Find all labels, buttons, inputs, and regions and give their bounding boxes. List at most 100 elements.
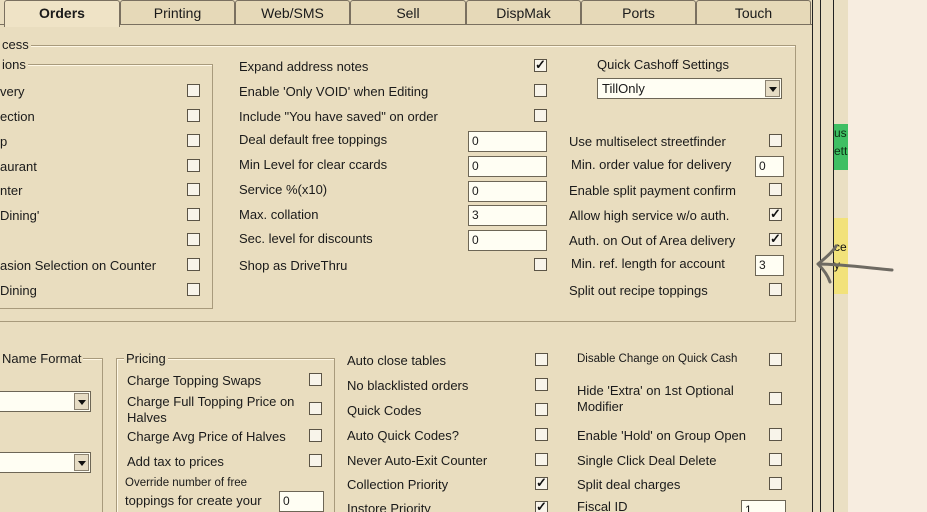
option-label: Dining	[0, 283, 37, 298]
only-void-label: Enable 'Only VOID' when Editing	[239, 84, 429, 99]
only-void-checkbox[interactable]	[534, 84, 547, 97]
charge-avg-price-label: Charge Avg Price of Halves	[127, 429, 286, 444]
tab-underline	[0, 24, 812, 25]
charge-full-topping-label: Charge Full Topping Price on	[127, 394, 295, 409]
out-of-area-label: Auth. on Out of Area delivery	[569, 233, 736, 248]
service-percent-label: Service %(x10)	[239, 182, 328, 197]
quick-cashoff-select[interactable]: TillOnly	[597, 78, 782, 99]
tab-touch[interactable]: Touch	[696, 0, 811, 24]
service-percent-input[interactable]: 0	[468, 181, 547, 202]
auto-quick-codes-label: Auto Quick Codes?	[347, 428, 460, 443]
tab-printing[interactable]: Printing	[120, 0, 235, 24]
never-auto-exit-checkbox[interactable]	[535, 453, 548, 466]
no-blacklisted-checkbox[interactable]	[535, 378, 548, 391]
chevron-down-icon[interactable]	[74, 454, 89, 471]
you-have-saved-checkbox[interactable]	[534, 109, 547, 122]
name-format-select-1[interactable]	[0, 391, 91, 412]
deal-free-toppings-input[interactable]: 0	[468, 131, 547, 152]
instore-priority-checkbox[interactable]	[535, 499, 548, 512]
charge-full-topping-label-line2: Halves	[127, 410, 167, 425]
split-payment-checkbox[interactable]	[769, 183, 782, 196]
tab-orders[interactable]: Orders	[4, 0, 120, 27]
instore-priority-label: Instore Priority	[347, 501, 431, 512]
sec-level-discounts-label: Sec. level for discounts	[239, 231, 373, 246]
option-checkbox[interactable]	[187, 84, 200, 97]
option-checkbox[interactable]	[187, 208, 200, 221]
min-order-value-label: Min. order value for delivery	[571, 157, 732, 172]
chevron-down-icon[interactable]	[74, 393, 89, 410]
min-order-value-input[interactable]: 0	[755, 156, 784, 177]
single-click-deal-label: Single Click Deal Delete	[577, 453, 717, 468]
max-collation-label: Max. collation	[239, 207, 319, 222]
min-ref-length-input[interactable]: 3	[755, 255, 784, 276]
name-format-group	[0, 358, 103, 512]
add-tax-label: Add tax to prices	[127, 454, 224, 469]
min-level-ccards-input[interactable]: 0	[468, 156, 547, 177]
charge-full-topping-checkbox[interactable]	[309, 402, 322, 415]
charge-topping-swaps-label: Charge Topping Swaps	[127, 373, 262, 388]
tab-sell[interactable]: Sell	[350, 0, 466, 24]
add-tax-checkbox[interactable]	[309, 454, 322, 467]
option-checkbox[interactable]	[187, 159, 200, 172]
option-label: nter	[0, 183, 23, 198]
high-service-checkbox[interactable]	[769, 206, 782, 222]
option-checkbox[interactable]	[187, 233, 200, 246]
auto-quick-codes-checkbox[interactable]	[535, 428, 548, 441]
tab-ports[interactable]: Ports	[581, 0, 696, 24]
options-group-legend: ions	[0, 57, 28, 72]
no-blacklisted-label: No blacklisted orders	[347, 378, 469, 393]
drive-thru-checkbox[interactable]	[534, 258, 547, 271]
multiselect-streetfinder-checkbox[interactable]	[769, 134, 782, 147]
quick-codes-label: Quick Codes	[347, 403, 422, 418]
process-group-legend: cess	[0, 37, 31, 52]
expand-address-notes-checkbox[interactable]	[534, 57, 547, 73]
you-have-saved-label: Include "You have saved" on order	[239, 109, 438, 124]
collection-priority-checkbox[interactable]	[535, 475, 548, 491]
option-label: asion Selection on Counter	[0, 258, 157, 273]
split-payment-label: Enable split payment confirm	[569, 183, 736, 198]
fiscal-id-label: Fiscal ID	[577, 499, 628, 512]
charge-topping-swaps-checkbox[interactable]	[309, 373, 322, 386]
hide-extra-label: Hide 'Extra' on 1st Optional	[577, 383, 734, 398]
never-auto-exit-label: Never Auto-Exit Counter	[347, 453, 488, 468]
split-deal-charges-checkbox[interactable]	[769, 477, 782, 490]
side-button-green[interactable]: us ett	[834, 124, 848, 170]
charge-avg-price-checkbox[interactable]	[309, 429, 322, 442]
name-format-legend: Name Format	[0, 351, 84, 366]
max-collation-input[interactable]: 3	[468, 205, 547, 226]
auto-close-tables-checkbox[interactable]	[535, 353, 548, 366]
tab-dispmak[interactable]: DispMak	[466, 0, 581, 24]
option-checkbox[interactable]	[187, 134, 200, 147]
option-label: aurant	[0, 159, 37, 174]
min-ref-length-label: Min. ref. length for account	[571, 256, 725, 271]
hide-extra-checkbox[interactable]	[769, 392, 782, 405]
option-checkbox[interactable]	[187, 109, 200, 122]
single-click-deal-checkbox[interactable]	[769, 453, 782, 466]
collection-priority-label: Collection Priority	[347, 477, 449, 492]
quick-cashoff-value: TillOnly	[602, 81, 645, 96]
quick-cashoff-label: Quick Cashoff Settings	[597, 57, 729, 72]
drive-thru-label: Shop as DriveThru	[239, 258, 348, 273]
hide-extra-label-line2: Modifier	[577, 399, 624, 414]
option-checkbox[interactable]	[187, 258, 200, 271]
out-of-area-checkbox[interactable]	[769, 231, 782, 247]
override-free-toppings-label: Override number of free	[125, 477, 248, 489]
chevron-down-icon[interactable]	[765, 80, 780, 97]
arrow-annotation-icon	[816, 244, 894, 284]
enable-hold-checkbox[interactable]	[769, 428, 782, 441]
quick-codes-checkbox[interactable]	[535, 403, 548, 416]
override-free-toppings-input[interactable]: 0	[279, 491, 324, 512]
min-level-ccards-label: Min Level for clear ccards	[239, 157, 388, 172]
pricing-legend: Pricing	[124, 351, 168, 366]
disable-change-quick-cash-checkbox[interactable]	[769, 353, 782, 366]
sec-level-discounts-input[interactable]: 0	[468, 230, 547, 251]
name-format-select-2[interactable]	[0, 452, 91, 473]
enable-hold-label: Enable 'Hold' on Group Open	[577, 428, 747, 443]
split-recipe-checkbox[interactable]	[769, 283, 782, 296]
option-label: p	[0, 134, 8, 149]
option-checkbox[interactable]	[187, 183, 200, 196]
option-checkbox[interactable]	[187, 283, 200, 296]
settings-window: Orders Printing Web/SMS Sell DispMak Por…	[0, 0, 812, 512]
fiscal-id-input[interactable]: 1	[741, 500, 786, 512]
tab-web-sms[interactable]: Web/SMS	[235, 0, 350, 24]
